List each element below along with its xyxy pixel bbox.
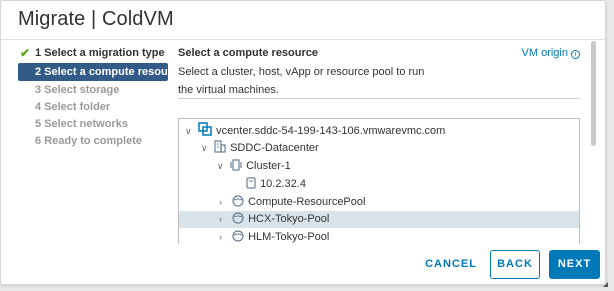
datacenter-icon xyxy=(214,140,226,159)
tree-node-cluster[interactable]: ∨ Cluster-1 xyxy=(217,158,291,175)
tree-node-datacenter[interactable]: ∨ SDDC-Datacenter xyxy=(201,140,319,157)
info-icon: i xyxy=(571,50,580,59)
tree-node-host[interactable]: 10.2.32.4 xyxy=(233,176,306,193)
vertical-scrollbar[interactable] xyxy=(591,41,597,246)
chevron-right-icon[interactable]: › xyxy=(219,211,229,228)
step-select-migration-type[interactable]: ✔ 1 Select a migration type xyxy=(18,45,168,62)
chevron-down-icon[interactable]: ∨ xyxy=(217,158,227,175)
vm-origin-link[interactable]: VM origin i xyxy=(522,45,580,61)
step-label: 3 Select storage xyxy=(35,84,120,96)
resource-pool-icon xyxy=(232,212,244,230)
step-select-storage: 3 Select storage xyxy=(18,82,168,99)
content-divider xyxy=(178,98,580,99)
step-content: Select a compute resource Select a clust… xyxy=(178,45,580,99)
step-select-networks: 5 Select networks xyxy=(18,116,168,133)
back-button[interactable]: BACK xyxy=(490,250,540,279)
host-icon xyxy=(246,177,256,195)
step-label: 1 Select a migration type xyxy=(35,47,165,59)
step-select-folder: 4 Select folder xyxy=(18,99,168,116)
header-divider xyxy=(1,39,605,40)
step-label: 6 Ready to complete xyxy=(35,135,142,147)
chevron-right-icon[interactable]: › xyxy=(219,194,229,211)
cancel-button[interactable]: CANCEL xyxy=(422,250,480,279)
vcenter-icon xyxy=(198,122,212,142)
tree-node-label: HLM-Tokyo-Pool xyxy=(248,231,330,243)
tree-node-label: Compute-ResourcePool xyxy=(248,196,366,208)
dialog-title: Migrate | ColdVM xyxy=(18,8,174,30)
chevron-right-icon[interactable]: › xyxy=(219,229,229,244)
section-title: Select a compute resource xyxy=(178,47,319,59)
vm-origin-label: VM origin xyxy=(521,47,568,59)
chevron-down-icon[interactable]: ∨ xyxy=(201,140,211,157)
migrate-dialog: Migrate | ColdVM ✔ 1 Select a migration … xyxy=(0,0,608,287)
step-ready-to-complete: 6 Ready to complete xyxy=(18,133,168,150)
tree-node-label: HCX-Tokyo-Pool xyxy=(248,213,330,225)
tree-node-label: SDDC-Datacenter xyxy=(230,142,319,154)
scrollbar-thumb[interactable] xyxy=(591,41,596,146)
resource-pool-icon xyxy=(232,230,244,244)
next-button[interactable]: NEXT xyxy=(549,250,600,279)
step-label: 4 Select folder xyxy=(35,101,111,113)
chevron-down-icon[interactable]: ∨ xyxy=(185,123,195,140)
step-select-compute-resource[interactable]: 2 Select a compute resource xyxy=(18,63,184,81)
tree-node-hlm-tokyo-pool[interactable]: › HLM-Tokyo-Pool xyxy=(219,229,329,244)
tree-node-label: Cluster-1 xyxy=(246,160,291,172)
tree-node-compute-resourcepool[interactable]: › Compute-ResourcePool xyxy=(219,194,365,211)
tree-node-vcenter[interactable]: ∨ vcenter.sddc-54-199-143-106.vmwarevmc.… xyxy=(185,122,445,139)
tree-node-hcx-tokyo-pool[interactable]: › HCX-Tokyo-Pool xyxy=(179,211,579,228)
tree-node-label: vcenter.sddc-54-199-143-106.vmwarevmc.co… xyxy=(216,125,446,137)
step-label: 5 Select networks xyxy=(35,118,128,130)
tree-node-label: 10.2.32.4 xyxy=(260,178,306,190)
wizard-steps: ✔ 1 Select a migration type 2 Select a c… xyxy=(18,45,184,150)
section-description: Select a cluster, host, vApp or resource… xyxy=(178,66,425,96)
compute-resource-tree: ∨ vcenter.sddc-54-199-143-106.vmwarevmc.… xyxy=(178,118,580,244)
cluster-icon xyxy=(230,159,242,177)
resize-handle-icon[interactable] xyxy=(603,282,608,287)
checkmark-icon: ✔ xyxy=(20,46,31,60)
step-label: 2 Select a compute resource xyxy=(35,66,185,78)
